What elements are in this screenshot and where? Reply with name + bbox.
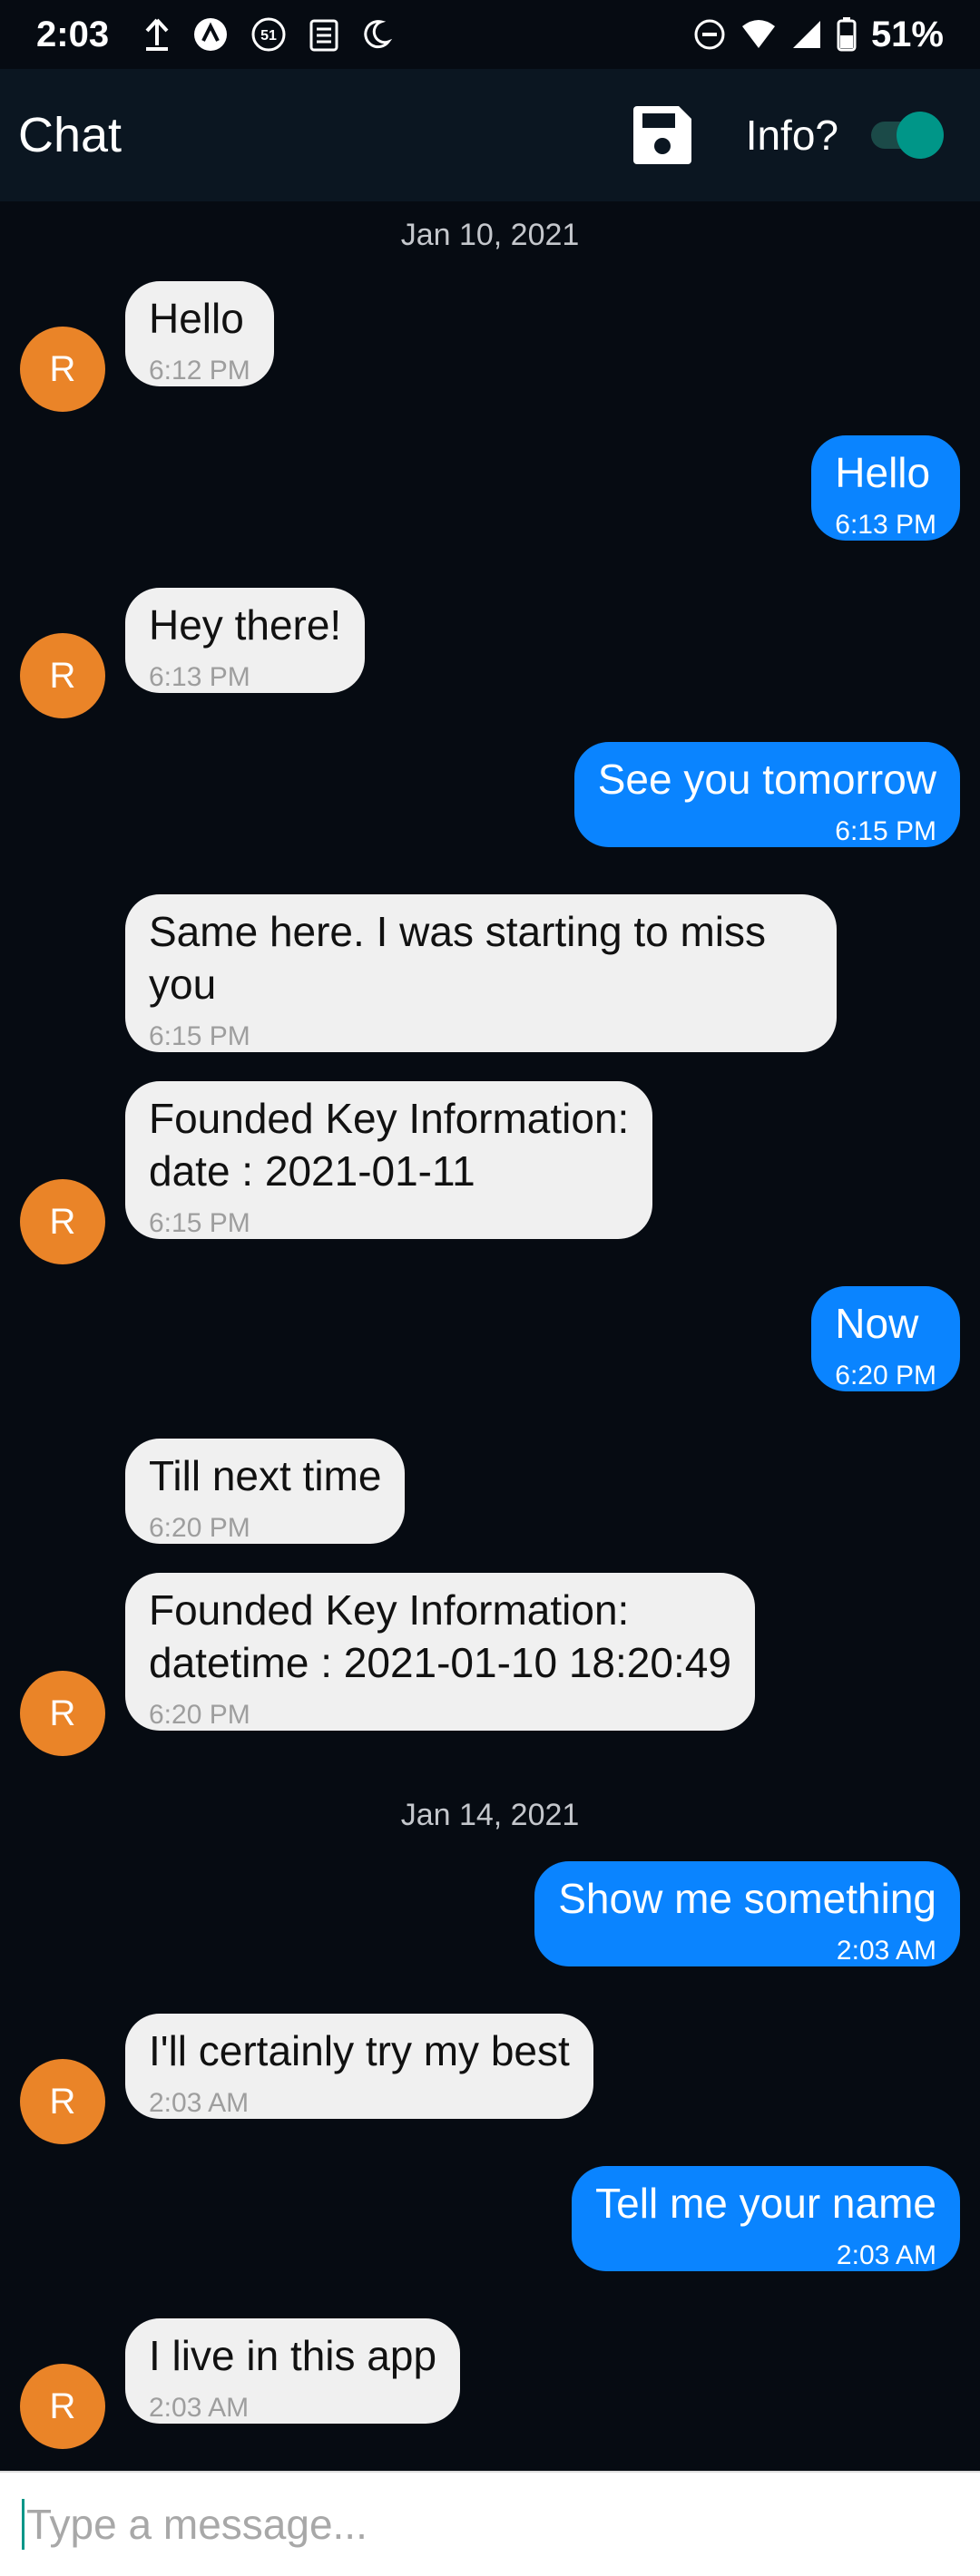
avatar: R: [20, 1671, 105, 1756]
battery-percent: 51%: [870, 14, 944, 54]
message-bubble-outgoing[interactable]: Tell me your name 2:03 AM: [572, 2166, 960, 2271]
date-separator: Jan 14, 2021: [400, 1798, 580, 1832]
signal-icon: [791, 19, 822, 50]
chat-screen: 2:03 51 51% Chat Info? Jan 10, 2021 Hell…: [0, 0, 980, 2576]
message-bubble-incoming[interactable]: Hey there! 6:13 PM: [125, 588, 366, 693]
message-text: Now: [835, 1300, 919, 1347]
message-text: Same here. I was starting to miss you: [149, 908, 767, 1008]
message-bubble-incoming[interactable]: Till next time 6:20 PM: [125, 1439, 406, 1544]
message-text: Founded Key Information: datetime : 2021…: [149, 1586, 731, 1686]
message-time: 6:15 PM: [149, 1021, 250, 1051]
save-icon: [632, 106, 691, 164]
message-text: Show me something: [558, 1875, 936, 1922]
message-bubble-outgoing[interactable]: Now 6:20 PM: [811, 1286, 960, 1391]
info-toggle[interactable]: [866, 112, 944, 159]
battery-icon: [837, 17, 857, 52]
toggle-thumb: [897, 112, 944, 159]
message-time: 2:03 AM: [836, 1936, 936, 1966]
message-bubble-outgoing[interactable]: Hello 6:13 PM: [811, 435, 960, 541]
message-text: Hey there!: [149, 601, 342, 649]
message-time: 6:15 PM: [149, 1208, 250, 1238]
text-cursor: [22, 2499, 24, 2550]
message-time: 2:03 AM: [836, 2240, 936, 2270]
clipboard-icon: [309, 16, 339, 53]
message-bubble-outgoing[interactable]: See you tomorrow 6:15 PM: [573, 742, 960, 847]
svg-text:51: 51: [260, 28, 277, 44]
message-input[interactable]: [26, 2500, 980, 2549]
avatar: R: [20, 327, 105, 412]
avatar: R: [20, 1179, 105, 1264]
message-text: Hello: [149, 295, 244, 342]
do-not-disturb-icon: [693, 18, 726, 51]
save-button[interactable]: [632, 104, 693, 166]
message-bubble-incoming[interactable]: Founded Key Information: date : 2021-01-…: [125, 1081, 653, 1239]
avatar: R: [20, 2059, 105, 2144]
avatar: R: [20, 633, 105, 718]
message-time: 2:03 AM: [149, 2088, 250, 2118]
message-time: 6:12 PM: [149, 356, 250, 385]
upload-icon: [143, 16, 171, 53]
message-text: I'll certainly try my best: [149, 2027, 570, 2074]
avatar: R: [20, 2364, 105, 2449]
message-bubble-incoming[interactable]: I'll certainly try my best 2:03 AM: [125, 2014, 593, 2119]
status-bar: 2:03 51 51%: [0, 0, 980, 69]
date-separator: Jan 10, 2021: [400, 218, 580, 252]
message-text: I live in this app: [149, 2332, 437, 2379]
message-bubble-incoming[interactable]: Founded Key Information: datetime : 2021…: [125, 1573, 755, 1731]
message-time: 6:13 PM: [149, 662, 250, 692]
info-label: Info?: [745, 112, 838, 159]
message-text: Tell me your name: [595, 2180, 936, 2227]
message-time: 6:13 PM: [835, 510, 936, 540]
message-text: Till next time: [149, 1452, 382, 1499]
nav-arrow-icon: [192, 16, 229, 53]
notification-count-icon: 51: [250, 16, 287, 53]
message-bubble-outgoing[interactable]: Show me something 2:03 AM: [534, 1861, 960, 1966]
message-time: 6:20 PM: [149, 1700, 250, 1730]
page-title: Chat: [18, 108, 122, 162]
message-list[interactable]: Jan 10, 2021 Hello 6:12 PM R Hello 6:13 …: [0, 201, 980, 2471]
status-time: 2:03: [36, 14, 110, 54]
message-text: Founded Key Information: date : 2021-01-…: [149, 1095, 630, 1195]
message-time: 6:20 PM: [835, 1361, 936, 1390]
message-bubble-incoming[interactable]: Hello 6:12 PM: [125, 281, 274, 386]
wifi-icon: [740, 19, 777, 50]
message-time: 6:15 PM: [835, 816, 936, 846]
message-time: 6:20 PM: [149, 1513, 250, 1543]
message-text: See you tomorrow: [597, 756, 936, 803]
message-text: Hello: [835, 449, 931, 496]
message-composer: [0, 2471, 980, 2576]
message-bubble-incoming[interactable]: Same here. I was starting to miss you 6:…: [125, 894, 837, 1052]
message-time: 2:03 AM: [149, 2393, 250, 2423]
app-bar: Chat Info?: [0, 69, 980, 201]
night-mode-icon: [361, 16, 394, 53]
message-bubble-incoming[interactable]: I live in this app 2:03 AM: [125, 2318, 461, 2424]
